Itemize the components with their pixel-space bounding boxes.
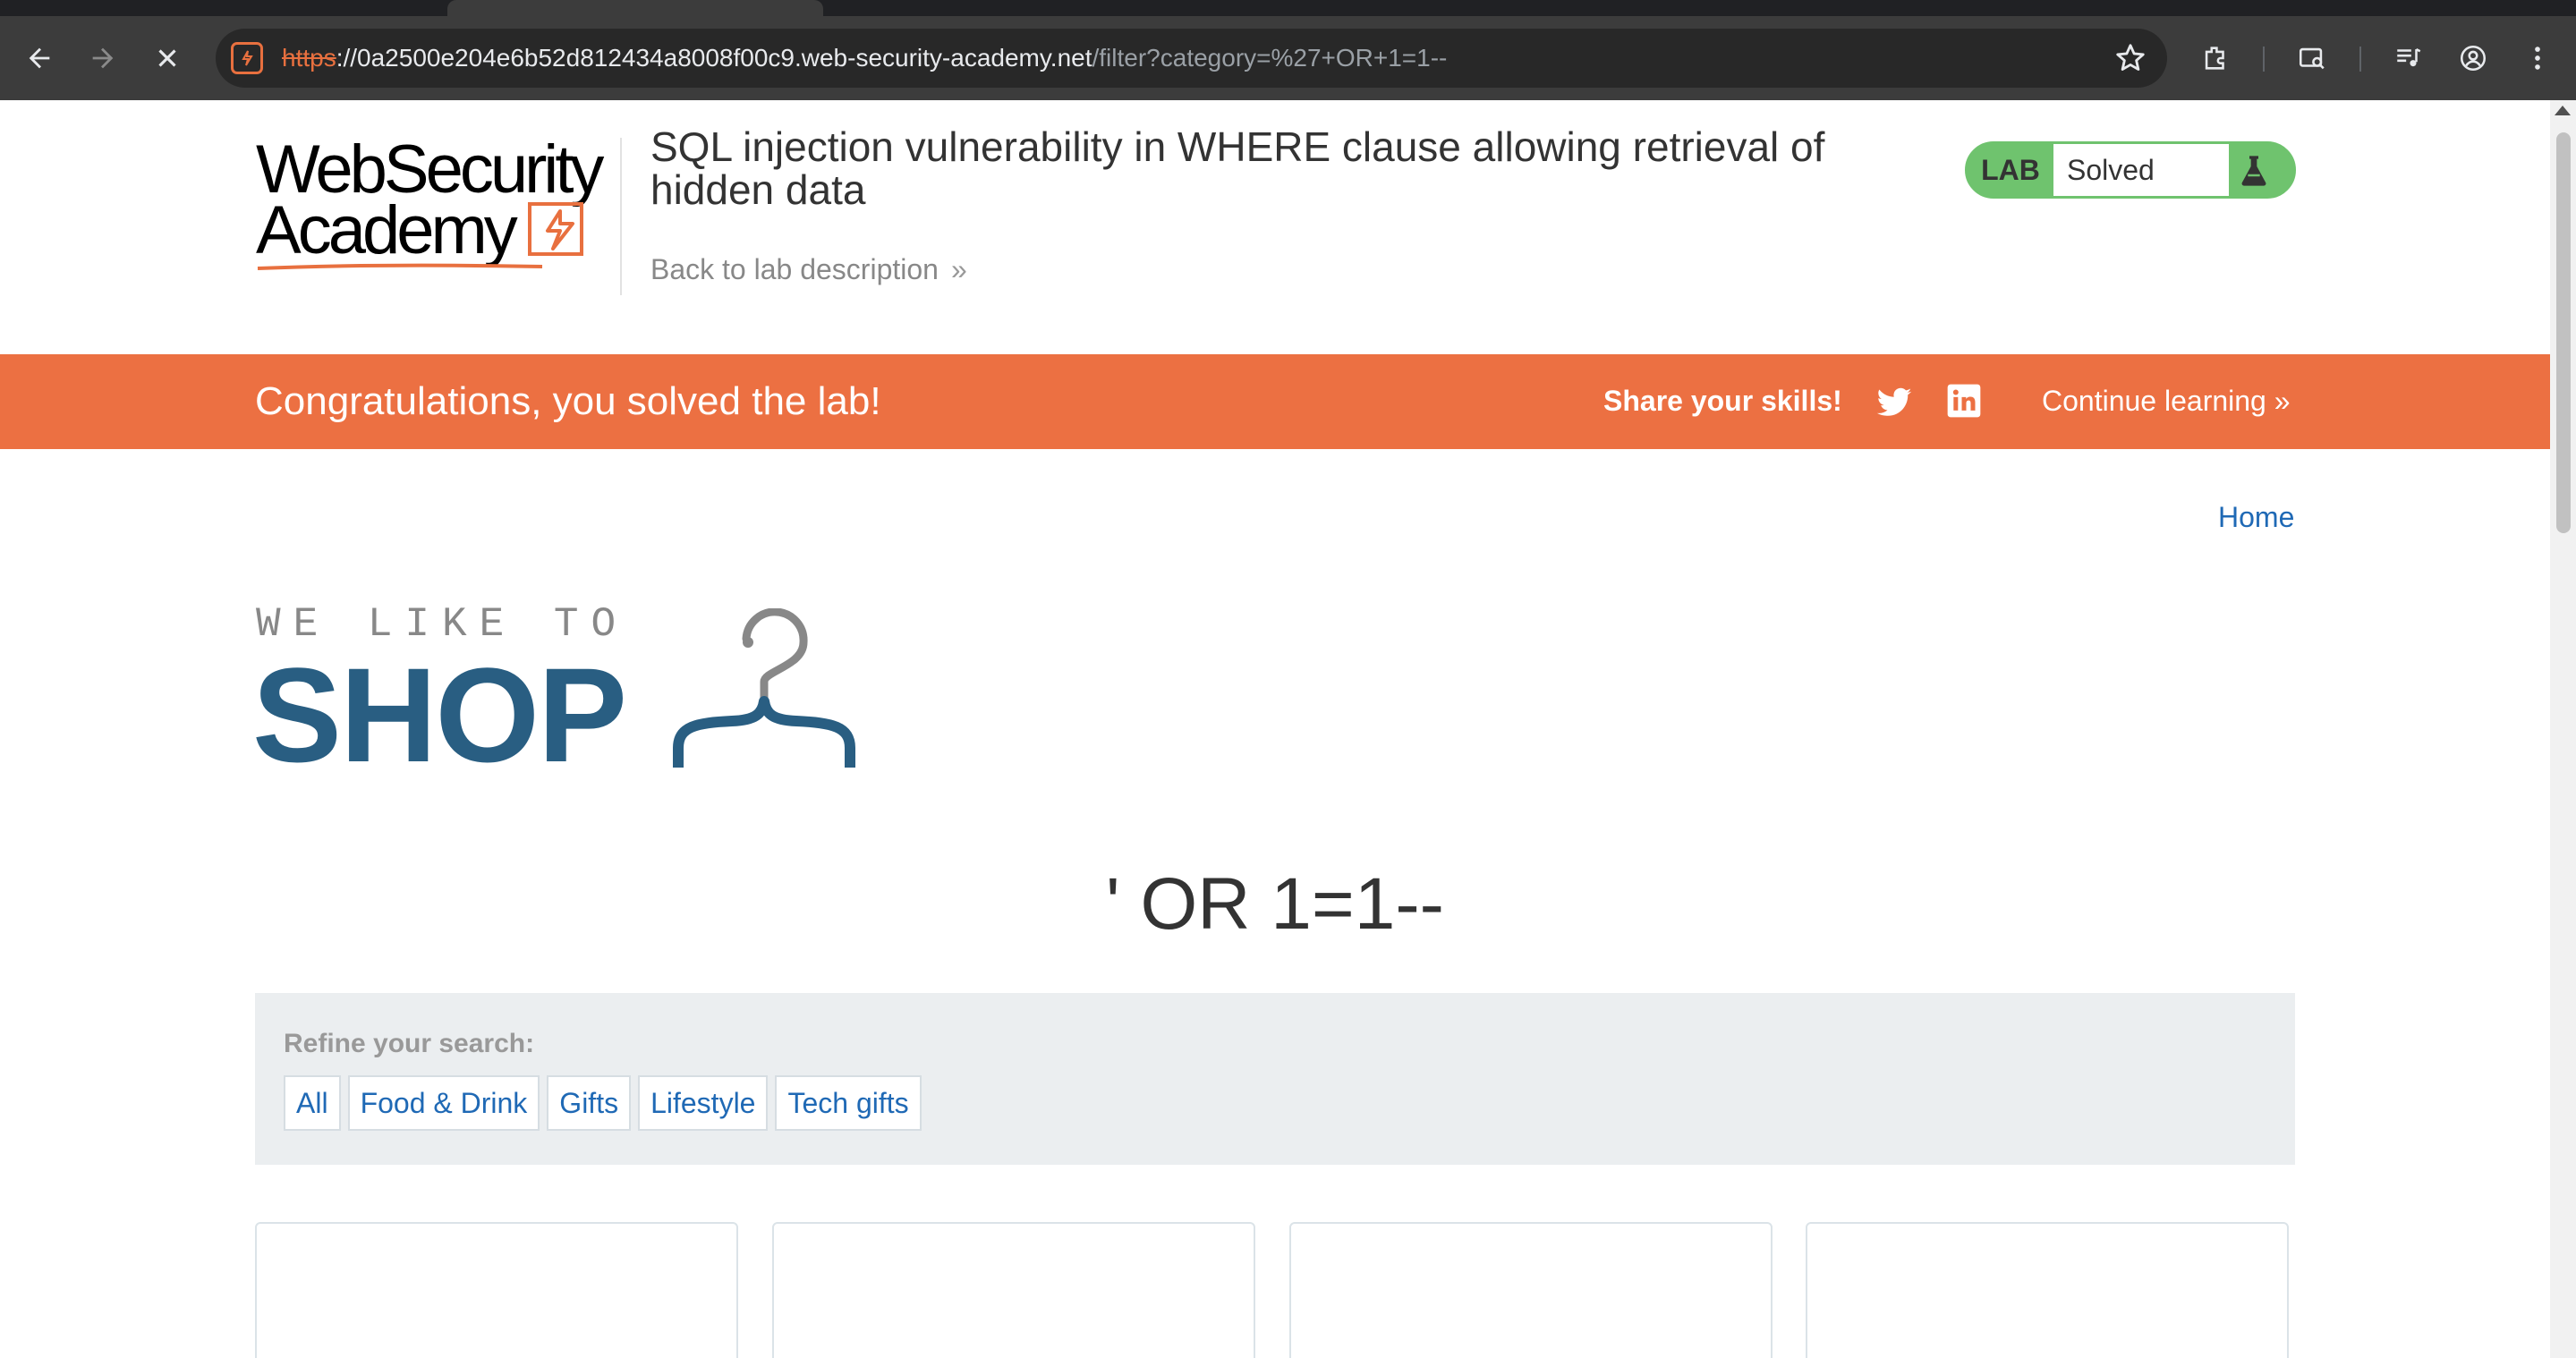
filter-all[interactable]: All — [284, 1075, 341, 1131]
lab-title: SQL injection vulnerability in WHERE cla… — [650, 123, 1825, 213]
vertical-scrollbar[interactable] — [2550, 100, 2576, 1358]
refine-search-label: Refine your search: — [284, 1029, 535, 1058]
filter-lifestyle[interactable]: Lifestyle — [638, 1075, 769, 1131]
url-path: /filter?category=%27+OR+1=1-- — [1092, 44, 1448, 72]
hanger-icon — [673, 608, 855, 768]
share-skills-label: Share your skills! — [1603, 385, 1842, 417]
product-grid — [255, 1222, 2295, 1358]
site-icon[interactable] — [231, 42, 263, 74]
toolbar-separator — [2359, 47, 2361, 72]
category-heading: ' OR 1=1-- — [1106, 863, 1444, 945]
product-card[interactable] — [772, 1222, 1255, 1358]
lab-status-badge: LAB Solved — [1965, 141, 2296, 199]
product-card[interactable] — [255, 1222, 738, 1358]
product-card[interactable] — [1806, 1222, 2289, 1358]
shop-logo-word: SHOP — [252, 640, 627, 790]
continue-learning-label: Continue learning — [2042, 385, 2266, 417]
url-text[interactable]: https://0a2500e204e6b52d812434a8008f00c9… — [282, 29, 1447, 88]
scroll-up-arrow-icon[interactable] — [2555, 106, 2571, 115]
filter-tech-gifts[interactable]: Tech gifts — [775, 1075, 922, 1131]
home-link[interactable]: Home — [2218, 501, 2294, 534]
category-filters: All Food & Drink Gifts Lifestyle Tech gi… — [284, 1075, 922, 1131]
solved-banner: Congratulations, you solved the lab! Sha… — [0, 354, 2550, 449]
back-link-label: Back to lab description — [650, 253, 939, 285]
profile-icon[interactable] — [2451, 36, 2495, 81]
stop-icon[interactable] — [145, 36, 190, 81]
filter-food-drink[interactable]: Food & Drink — [347, 1075, 540, 1131]
forward-icon[interactable] — [81, 36, 125, 81]
filter-gifts[interactable]: Gifts — [547, 1075, 632, 1131]
back-to-lab-description-link[interactable]: Back to lab description » — [650, 253, 967, 286]
twitter-icon[interactable] — [1875, 383, 1913, 420]
active-tab[interactable] — [447, 0, 823, 16]
refine-search-panel: Refine your search: All Food & Drink Gif… — [255, 993, 2295, 1165]
linkedin-icon[interactable] — [1946, 383, 1982, 419]
tab-strip — [0, 0, 2576, 16]
page-viewport: WebSecurity Academy SQL injection vulner… — [0, 100, 2550, 1358]
logo-underline — [257, 263, 543, 270]
url-host: ://0a2500e204e6b52d812434a8008f00c9.web-… — [336, 44, 1092, 72]
media-icon[interactable] — [2386, 36, 2431, 81]
logo-bolt-icon — [528, 202, 583, 256]
back-icon[interactable] — [17, 36, 62, 81]
header-divider — [620, 138, 622, 295]
product-card[interactable] — [1289, 1222, 1773, 1358]
extensions-icon[interactable] — [2193, 36, 2238, 81]
toolbar-separator — [2263, 47, 2265, 72]
lab-badge-label: LAB — [1981, 154, 2040, 186]
lab-status-text: Solved — [2053, 144, 2229, 196]
congratulations-message: Congratulations, you solved the lab! — [255, 379, 881, 423]
logo-line-2: Academy — [256, 192, 518, 268]
star-icon[interactable] — [2113, 41, 2147, 75]
web-security-academy-logo[interactable]: WebSecurity Academy — [256, 136, 614, 279]
double-chevron-right-icon: » — [2274, 385, 2291, 417]
url-scheme: https — [282, 44, 336, 72]
flask-icon — [2241, 156, 2266, 186]
menu-icon[interactable] — [2515, 36, 2560, 81]
we-like-to-shop-logo: WE LIKE TO SHOP — [252, 601, 897, 798]
continue-learning-link[interactable]: Continue learning » — [2042, 354, 2291, 447]
browser-toolbar: https://0a2500e204e6b52d812434a8008f00c9… — [0, 16, 2576, 100]
address-bar[interactable]: https://0a2500e204e6b52d812434a8008f00c9… — [216, 29, 2167, 88]
scrollbar-thumb[interactable] — [2556, 132, 2571, 533]
double-chevron-right-icon: » — [950, 253, 967, 285]
reading-mode-icon[interactable] — [2290, 36, 2334, 81]
